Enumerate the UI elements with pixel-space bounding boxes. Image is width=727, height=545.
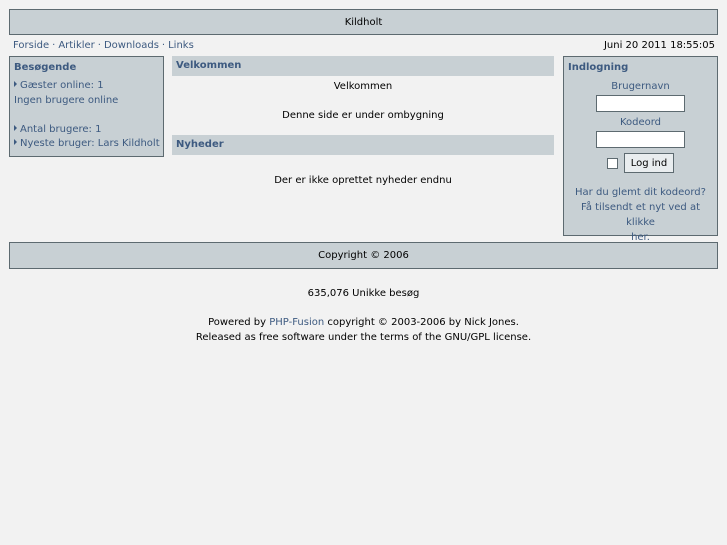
welcome-heading: Velkommen xyxy=(333,81,393,92)
forgot-line-1[interactable]: Har du glemt dit kodeord? xyxy=(568,185,713,200)
remember-me-checkbox[interactable] xyxy=(606,157,618,169)
news-caption: Nyheder xyxy=(172,135,554,155)
nav-separator: · xyxy=(52,39,56,51)
login-panel: Indlogning Brugernavn Kodeord Log ind Ha… xyxy=(563,56,718,243)
footer-bar: Copyright © 2006 xyxy=(9,242,718,269)
visitors-title: Besøgende xyxy=(14,62,77,73)
nav-separator: · xyxy=(97,39,101,51)
welcome-caption: Velkommen xyxy=(172,56,554,76)
powered-suffix: copyright © 2003-2006 by Nick Jones. xyxy=(324,317,519,328)
member-count-text: Antal brugere: 1 xyxy=(20,123,102,135)
login-button[interactable]: Log ind xyxy=(623,153,675,173)
bullet-arrow-icon xyxy=(14,139,17,145)
php-fusion-link[interactable]: PHP-Fusion xyxy=(269,317,324,328)
news-empty-text: Der er ikke oprettet nyheder endnu xyxy=(274,175,452,186)
nav-link-forside[interactable]: Forside xyxy=(13,40,49,51)
member-count: Antal brugere: 1 xyxy=(14,123,159,138)
site-title: Kildholt xyxy=(344,16,383,28)
bullet-arrow-icon xyxy=(14,81,17,87)
no-users-online: Ingen brugere online xyxy=(14,94,119,106)
visitors-panel: Besøgende Gæster online: 1 Ingen brugere… xyxy=(9,56,164,157)
nav-separator: · xyxy=(161,39,166,51)
username-label: Brugernavn xyxy=(611,81,670,92)
password-label: Kodeord xyxy=(619,117,662,128)
copyright-text: Copyright © 2006 xyxy=(318,250,409,261)
newest-user[interactable]: Nyeste bruger: Lars Kildholt xyxy=(14,137,160,152)
license-text: Released as free software under the term… xyxy=(195,332,532,343)
username-input[interactable] xyxy=(596,95,685,112)
welcome-text: Denne side er under ombygning xyxy=(282,110,444,121)
nav-link-artikler[interactable]: Artikler xyxy=(58,40,94,51)
login-title: Indlogning xyxy=(568,62,629,73)
nav-link-links[interactable]: Links xyxy=(168,40,194,51)
news-title: Nyheder xyxy=(176,139,224,150)
current-datetime: Juni 20 2011 18:55:05 xyxy=(603,39,715,51)
powered-prefix: Powered by xyxy=(208,317,270,328)
nav-bar: Forside · Artikler · Downloads · Links Juni 20… xyxy=(13,38,715,52)
visit-counter: 635,076 Unikke besøg xyxy=(307,288,420,299)
forgot-line-2[interactable]: Få tilsendt et nyt ved at klikke xyxy=(568,200,713,230)
nav-link-downloads[interactable]: Downloads xyxy=(104,40,159,51)
guests-online: Gæster online: 1 xyxy=(14,79,159,94)
forgot-password-text[interactable]: Har du glemt dit kodeord? Få tilsendt et… xyxy=(568,185,713,245)
newest-user-link[interactable]: Nyeste bruger: Lars Kildholt xyxy=(20,138,160,149)
nav-links: Forside · Artikler · Downloads · Links xyxy=(13,40,194,51)
site-header: Kildholt xyxy=(9,9,718,35)
password-input[interactable] xyxy=(596,131,685,148)
powered-by: Powered by PHP-Fusion copyright © 2003-2… xyxy=(0,317,727,328)
guests-online-text: Gæster online: 1 xyxy=(20,80,104,91)
welcome-title: Velkommen xyxy=(176,60,242,71)
login-row: Log ind xyxy=(568,153,713,173)
bullet-arrow-icon xyxy=(14,124,17,131)
